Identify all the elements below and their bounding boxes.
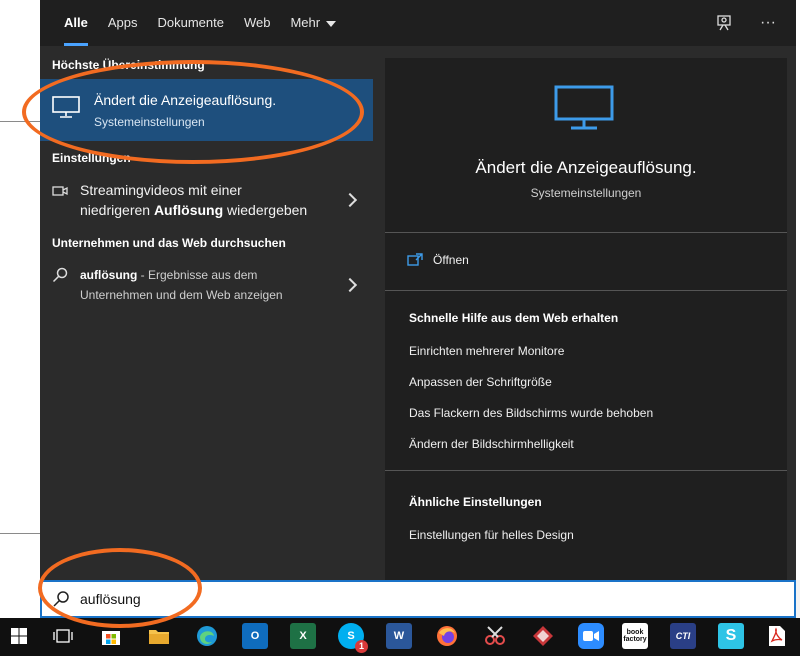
monitor-icon <box>52 96 80 123</box>
cti-icon[interactable]: CTI <box>670 623 696 649</box>
search-box[interactable] <box>40 580 796 618</box>
tab-web[interactable]: Web <box>234 0 281 46</box>
desktop-background-right <box>796 0 800 580</box>
web-search-line1: auflösung - Ergebnisse aus dem <box>80 265 330 285</box>
web-search-line2: Unternehmen und dem Web anzeigen <box>80 288 283 302</box>
task-view-icon[interactable] <box>50 623 76 649</box>
open-label: Öffnen <box>433 253 469 267</box>
help-link-monitors[interactable]: Einrichten mehrerer Monitore <box>409 344 564 358</box>
notification-badge: 1 <box>355 640 368 653</box>
zoom-icon[interactable] <box>578 623 604 649</box>
tab-more[interactable]: Mehr <box>280 0 346 46</box>
divider <box>385 232 787 233</box>
divider <box>385 470 787 471</box>
taskbar: O X S 1 W book factory CTI S <box>0 618 800 656</box>
excel-icon[interactable]: X <box>290 623 316 649</box>
word-icon[interactable]: W <box>386 623 412 649</box>
streaming-line2: niedrigeren Auflösung wiedergeben <box>80 200 330 220</box>
related-settings-heading: Ähnliche Einstellungen <box>409 495 542 509</box>
help-link-font-size[interactable]: Anpassen der Schriftgröße <box>409 375 552 389</box>
tab-tools: ··· <box>714 0 778 46</box>
streaming-result-text: Streamingvideos mit einer niedrigeren Au… <box>80 180 330 220</box>
feedback-icon[interactable] <box>714 13 734 33</box>
firefox-icon[interactable] <box>434 623 460 649</box>
best-match-result[interactable]: Ändert die Anzeigeauflösung. Systemeinst… <box>40 79 373 141</box>
open-icon <box>407 253 423 266</box>
tab-apps[interactable]: Apps <box>98 0 148 46</box>
streaming-line2-pre: niedrigeren <box>80 202 154 218</box>
streaming-line2-post: wiedergeben <box>223 202 308 218</box>
desktop-background <box>0 0 40 620</box>
search-flyout: Alle Apps Dokumente Web Mehr ··· Höchste… <box>40 0 796 580</box>
quick-help-heading: Schnelle Hilfe aus dem Web erhalten <box>409 311 619 325</box>
streaming-line1: Streamingvideos mit einer <box>80 182 242 198</box>
open-action[interactable]: Öffnen <box>407 250 469 270</box>
tab-documents[interactable]: Dokumente <box>147 0 233 46</box>
tab-all[interactable]: Alle <box>54 0 98 46</box>
web-search-result[interactable]: auflösung - Ergebnisse aus dem Unternehm… <box>40 265 373 307</box>
best-match-title: Ändert die Anzeigeauflösung. <box>94 92 277 108</box>
help-link-brightness[interactable]: Ändern der Bildschirmhelligkeit <box>409 437 574 451</box>
file-explorer-icon[interactable] <box>146 623 172 649</box>
preview-panel: Ändert die Anzeigeauflösung. Systemeinst… <box>385 58 787 580</box>
ellipsis-icon[interactable]: ··· <box>758 13 778 33</box>
best-match-subtitle: Systemeinstellungen <box>94 115 205 129</box>
search-icon <box>52 267 68 288</box>
divider <box>0 533 40 534</box>
search-icon <box>52 590 70 613</box>
web-search-suffix: - Ergebnisse aus dem <box>137 268 258 282</box>
skype-letter: S <box>347 630 355 642</box>
pdf-icon[interactable] <box>764 623 790 649</box>
app-diamond-icon[interactable] <box>530 623 556 649</box>
store-icon[interactable] <box>98 623 124 649</box>
search-input[interactable] <box>80 588 680 610</box>
streaming-line2-bold: Auflösung <box>153 202 224 218</box>
chevron-right-icon[interactable] <box>342 277 358 293</box>
preview-title: Ändert die Anzeigeauflösung. <box>475 158 697 177</box>
monitor-icon <box>554 85 614 136</box>
streaming-result[interactable]: Streamingvideos mit einer niedrigeren Au… <box>40 180 373 222</box>
chevron-down-icon <box>326 20 337 27</box>
bookfactory-icon[interactable]: book factory <box>622 623 648 649</box>
web-search-text: auflösung - Ergebnisse aus dem Unternehm… <box>80 265 330 305</box>
best-match-heading: Höchste Übereinstimmung <box>52 58 205 72</box>
related-link-light-theme[interactable]: Einstellungen für helles Design <box>409 528 574 542</box>
divider <box>0 121 40 122</box>
edge-icon[interactable] <box>194 623 220 649</box>
tab-more-label: Mehr <box>290 15 321 30</box>
snipping-tool-icon[interactable] <box>482 623 508 649</box>
outlook-icon[interactable]: O <box>242 623 268 649</box>
help-link-flicker[interactable]: Das Flackern des Bildschirms wurde behob… <box>409 406 653 420</box>
web-search-heading: Unternehmen und das Web durchsuchen <box>52 236 286 250</box>
video-icon <box>52 184 68 202</box>
windows-start-icon[interactable] <box>6 623 32 649</box>
chevron-right-icon[interactable] <box>342 192 358 208</box>
settings-heading: Einstellungen <box>52 151 131 165</box>
search-tabs: Alle Apps Dokumente Web Mehr ··· <box>40 0 796 46</box>
s-app-icon[interactable]: S <box>718 623 744 649</box>
preview-subtitle: Systemeinstellungen <box>530 186 642 200</box>
web-search-query: auflösung <box>80 268 138 282</box>
skype-icon[interactable]: S 1 <box>338 623 368 653</box>
results-panel: Höchste Übereinstimmung Ändert die Anzei… <box>40 46 373 580</box>
divider <box>385 290 787 291</box>
